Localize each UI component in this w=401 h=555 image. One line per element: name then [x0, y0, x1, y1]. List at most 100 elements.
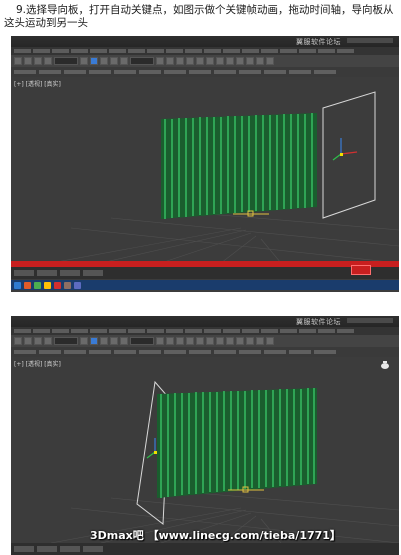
menu-item[interactable] — [223, 49, 240, 53]
ribbon-tab[interactable] — [189, 350, 211, 354]
curtain-model[interactable] — [157, 388, 317, 498]
menu-item[interactable] — [204, 49, 221, 53]
select-icon[interactable] — [80, 57, 88, 65]
menu-item[interactable] — [109, 49, 126, 53]
menu-item[interactable] — [71, 329, 88, 333]
ribbon-tab[interactable] — [114, 350, 136, 354]
ribbon-tab[interactable] — [264, 70, 286, 74]
render-icon[interactable] — [266, 337, 274, 345]
snap-icon[interactable] — [166, 57, 174, 65]
align-icon[interactable] — [206, 57, 214, 65]
schematic-icon[interactable] — [236, 57, 244, 65]
ribbon-tab[interactable] — [314, 70, 336, 74]
menu-item[interactable] — [52, 329, 69, 333]
layer-icon[interactable] — [216, 57, 224, 65]
ribbon-tab[interactable] — [114, 70, 136, 74]
app-icon[interactable] — [44, 281, 51, 289]
menu-item[interactable] — [185, 49, 202, 53]
move-icon[interactable] — [100, 57, 108, 65]
menu-item[interactable] — [318, 329, 335, 333]
app-icon[interactable] — [24, 281, 31, 289]
select-icon[interactable] — [80, 337, 88, 345]
menu-item[interactable] — [261, 49, 278, 53]
ribbon-tab[interactable] — [264, 350, 286, 354]
reference-coordinate-dropdown[interactable] — [130, 337, 154, 345]
move-icon[interactable] — [100, 337, 108, 345]
menu-item[interactable] — [147, 329, 164, 333]
undo-icon[interactable] — [14, 57, 22, 65]
undo-icon[interactable] — [14, 337, 22, 345]
menu-item[interactable] — [318, 49, 335, 53]
ribbon-bar[interactable] — [11, 67, 399, 77]
menu-item[interactable] — [90, 49, 107, 53]
menu-item[interactable] — [299, 49, 316, 53]
mirror-icon[interactable] — [196, 337, 204, 345]
ribbon-tab[interactable] — [214, 350, 236, 354]
ribbon-tab[interactable] — [289, 70, 311, 74]
menu-item[interactable] — [166, 329, 183, 333]
scale-icon[interactable] — [120, 57, 128, 65]
render-icon[interactable] — [266, 57, 274, 65]
menu-item[interactable] — [14, 49, 31, 53]
menu-item[interactable] — [337, 329, 354, 333]
menu-item[interactable] — [242, 329, 259, 333]
unlink-icon[interactable] — [44, 57, 52, 65]
ribbon-tab[interactable] — [14, 70, 36, 74]
pivot-icon[interactable] — [156, 337, 164, 345]
ribbon-tab[interactable] — [214, 70, 236, 74]
menu-item[interactable] — [261, 329, 278, 333]
link-icon[interactable] — [34, 337, 42, 345]
menu-item[interactable] — [337, 49, 354, 53]
ribbon-tab[interactable] — [64, 350, 86, 354]
material-editor-icon[interactable] — [246, 57, 254, 65]
menu-item[interactable] — [128, 329, 145, 333]
menu-item[interactable] — [128, 49, 145, 53]
layer-icon[interactable] — [216, 337, 224, 345]
render-setup-icon[interactable] — [256, 57, 264, 65]
percent-snap-icon[interactable] — [186, 57, 194, 65]
ribbon-tab[interactable] — [39, 70, 61, 74]
menu-item[interactable] — [223, 329, 240, 333]
menu-item[interactable] — [71, 49, 88, 53]
link-icon[interactable] — [34, 57, 42, 65]
angle-snap-icon[interactable] — [176, 57, 184, 65]
menu-item[interactable] — [33, 49, 50, 53]
menu-item[interactable] — [204, 329, 221, 333]
menu-item[interactable] — [166, 49, 183, 53]
scale-icon[interactable] — [120, 337, 128, 345]
app-icon[interactable] — [54, 281, 61, 289]
selection-filter-dropdown[interactable] — [54, 337, 78, 345]
ribbon-tab[interactable] — [139, 350, 161, 354]
select-by-name-icon[interactable] — [90, 337, 98, 345]
app-icon[interactable] — [34, 281, 41, 289]
ribbon-tab[interactable] — [289, 350, 311, 354]
mirror-icon[interactable] — [196, 57, 204, 65]
curve-editor-icon[interactable] — [226, 337, 234, 345]
percent-snap-icon[interactable] — [186, 337, 194, 345]
start-icon[interactable] — [14, 281, 21, 289]
menu-item[interactable] — [280, 49, 297, 53]
angle-snap-icon[interactable] — [176, 337, 184, 345]
menu-item[interactable] — [185, 329, 202, 333]
ribbon-tab[interactable] — [164, 350, 186, 354]
pivot-icon[interactable] — [156, 57, 164, 65]
rotate-icon[interactable] — [110, 337, 118, 345]
ribbon-tab[interactable] — [189, 70, 211, 74]
menu-item[interactable] — [299, 329, 316, 333]
app-icon[interactable] — [74, 281, 81, 289]
menu-bar[interactable] — [11, 47, 399, 55]
ribbon-tab[interactable] — [39, 350, 61, 354]
rotate-icon[interactable] — [110, 57, 118, 65]
app-icon[interactable] — [64, 281, 71, 289]
ribbon-tab[interactable] — [89, 350, 111, 354]
menu-item[interactable] — [52, 49, 69, 53]
ribbon-tab[interactable] — [239, 70, 261, 74]
redo-icon[interactable] — [24, 57, 32, 65]
snap-icon[interactable] — [166, 337, 174, 345]
selection-filter-dropdown[interactable] — [54, 57, 78, 65]
ribbon-tab[interactable] — [89, 70, 111, 74]
render-setup-icon[interactable] — [256, 337, 264, 345]
ribbon-tab[interactable] — [64, 70, 86, 74]
ribbon-tab[interactable] — [314, 350, 336, 354]
ribbon-bar[interactable] — [11, 347, 399, 357]
